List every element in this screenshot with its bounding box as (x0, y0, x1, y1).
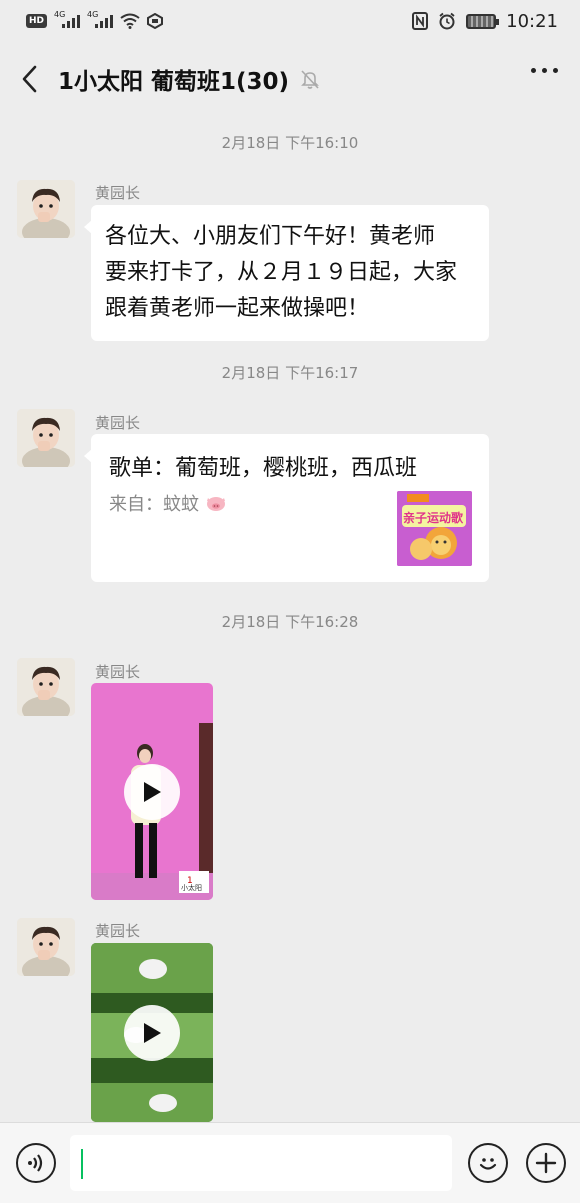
thumb-text: 亲子运动歌 (403, 511, 464, 525)
chevron-left-icon (22, 65, 37, 93)
video-message[interactable] (91, 943, 213, 1122)
link-card[interactable]: 歌单：葡萄班，樱桃班，西瓜班 来自：蚊蚊 亲子运动歌 (84, 434, 489, 582)
play-button[interactable] (124, 1004, 180, 1061)
back-button[interactable] (0, 42, 58, 116)
sender-name: 黄园长 (95, 663, 141, 681)
more-button[interactable] (531, 68, 558, 73)
wifi-icon (120, 13, 140, 29)
hd-badge: HD (26, 14, 48, 28)
voice-button[interactable] (16, 1143, 56, 1183)
emoji-icon (479, 1158, 497, 1170)
bell-off-icon (301, 70, 319, 89)
text-caret (81, 1149, 83, 1179)
alarm-icon (439, 12, 455, 30)
sender-name: 黄园长 (95, 922, 141, 940)
status-bar: HD 4G 4G 10:21 (0, 0, 580, 42)
sender-name: 黄园长 (95, 184, 141, 202)
card-source: 来自：蚊蚊 (109, 490, 227, 516)
message-line: 各位大、小朋友们下午好！黄老师 (105, 224, 436, 249)
play-icon (144, 1022, 161, 1043)
plus-icon (535, 1152, 557, 1174)
pig-icon (206, 497, 225, 511)
video-watermark: 小太阳 (181, 884, 202, 892)
input-bar (0, 1122, 580, 1203)
video-message[interactable]: 1 小太阳 (91, 683, 213, 900)
avatar[interactable] (17, 918, 75, 976)
plus-button[interactable] (526, 1143, 566, 1183)
battery-icon (466, 13, 500, 29)
emoji-button[interactable] (468, 1143, 508, 1183)
chat-title[interactable]: 1小太阳 葡萄班1(30) (58, 62, 289, 96)
message-input[interactable] (70, 1135, 452, 1191)
status-time: 10:21 (506, 10, 558, 32)
message-line: 要来打卡了，从２月１９日起，大家 (105, 260, 458, 285)
card-title: 歌单：葡萄班，樱桃班，西瓜班 (109, 456, 418, 481)
chat-header: 1小太阳 葡萄班1(30) (0, 42, 580, 116)
play-icon (144, 781, 161, 802)
nfc-icon (412, 12, 429, 30)
hexagon-icon (147, 13, 164, 29)
avatar[interactable] (17, 180, 75, 238)
card-thumbnail: 亲子运动歌 (397, 491, 472, 566)
message-timestamp: 2月18日 下午16:28 (221, 613, 359, 631)
sender-name: 黄园长 (95, 414, 141, 432)
play-button[interactable] (124, 763, 180, 820)
signal-icon-1: 4G (54, 10, 81, 30)
avatar[interactable] (17, 409, 75, 467)
signal-icon-2: 4G (87, 10, 114, 30)
avatar[interactable] (17, 658, 75, 716)
voice-icon (28, 1154, 43, 1172)
message-line: 跟着黄老师一起来做操吧！ (105, 296, 370, 321)
text-message[interactable]: 各位大、小朋友们下午好！黄老师 要来打卡了，从２月１９日起，大家 跟着黄老师一起… (84, 205, 489, 341)
more-dots-icon (531, 68, 536, 73)
message-timestamp: 2月18日 下午16:10 (221, 134, 359, 152)
message-timestamp: 2月18日 下午16:17 (221, 364, 359, 382)
